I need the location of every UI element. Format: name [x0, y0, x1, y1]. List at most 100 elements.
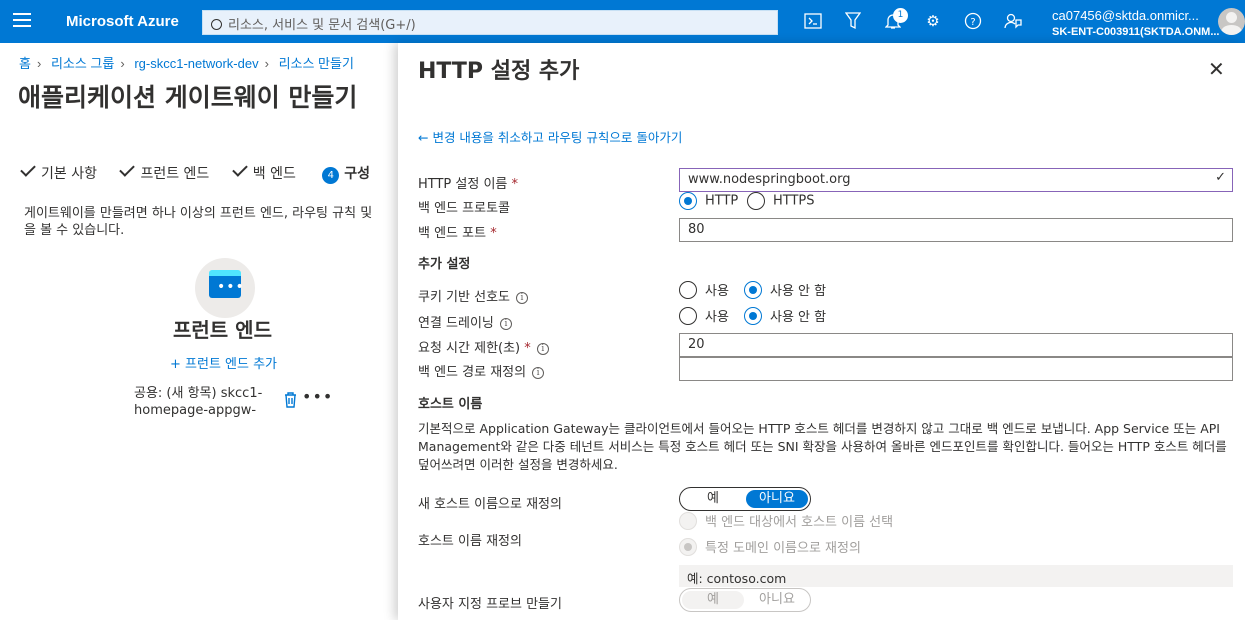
- tab-label: 백 엔드: [252, 166, 296, 182]
- toggle-no[interactable]: 아니요: [746, 591, 808, 609]
- cookie-affinity-label: 쿠키 기반 선호도 i: [418, 286, 528, 305]
- required-marker: *: [524, 341, 531, 356]
- protocol-https-radio[interactable]: HTTPS: [747, 192, 815, 210]
- pick-host-from-backend-radio[interactable]: 백 엔드 대상에서 호스트 이름 선택: [679, 511, 893, 530]
- connection-draining-label: 연결 드레이닝 i: [418, 312, 512, 331]
- search-placeholder: 리소스, 서비스 및 문서 검색(G+/): [228, 18, 416, 33]
- toggle-no[interactable]: 아니요: [746, 490, 808, 508]
- http-setting-name-label: HTTP 설정 이름 *: [418, 173, 518, 192]
- notification-badge: 1: [893, 8, 908, 23]
- input-value: 80: [688, 222, 705, 237]
- page-description: 게이트웨이를 만들려면 하나 이상의 프런트 엔드, 라우팅 규칙 및 을 볼 …: [24, 205, 404, 239]
- frontend-title: 프런트 엔드: [173, 318, 272, 342]
- tab-label: 프런트 엔드: [140, 166, 210, 182]
- step-number: 4: [322, 167, 340, 184]
- host-name-description: 기본적으로 Application Gateway는 클라이언트에서 들어오는 …: [418, 421, 1227, 472]
- host-name-input[interactable]: 예: contoso.com: [679, 565, 1233, 587]
- back-link[interactable]: ← 변경 내용을 취소하고 라우팅 규칙으로 돌아가기: [418, 127, 682, 146]
- connection-draining-disable-radio[interactable]: 사용 안 함: [744, 306, 826, 325]
- frontend-item-line: 공용: (새 항목) skcc1-: [134, 386, 263, 401]
- label-text: HTTP 설정 이름: [418, 177, 508, 192]
- protocol-http-radio[interactable]: HTTP: [679, 192, 738, 210]
- tab-label: 구성: [344, 166, 371, 182]
- radio-label: 사용 안 함: [770, 310, 827, 325]
- trash-icon[interactable]: [284, 392, 297, 408]
- radio-icon: [679, 511, 697, 530]
- radio-label: 백 엔드 대상에서 호스트 이름 선택: [705, 515, 894, 530]
- user-name: ca07456@sktda.onmicr...: [1052, 8, 1199, 23]
- radio-label: 사용: [705, 310, 729, 325]
- add-frontend-link[interactable]: + 프런트 엔드 추가: [170, 353, 277, 372]
- feedback-icon[interactable]: [1003, 11, 1023, 31]
- search-input[interactable]: 리소스, 서비스 및 문서 검색(G+/): [202, 10, 778, 35]
- label-text: 요청 시간 제한(초): [418, 341, 521, 356]
- tab-backends[interactable]: 백 엔드: [231, 161, 296, 183]
- input-value: www.nodespringboot.org: [688, 172, 851, 187]
- cloud-shell-icon[interactable]: [803, 11, 823, 31]
- backend-protocol-label: 백 엔드 프로토콜: [418, 201, 510, 216]
- toggle-yes[interactable]: 예: [682, 490, 744, 508]
- connection-draining-enable-radio[interactable]: 사용: [679, 306, 729, 325]
- override-specific-domain-radio[interactable]: 특정 도메인 이름으로 재정의: [679, 537, 861, 556]
- label-text: 연결 드레이닝: [418, 316, 494, 331]
- input-placeholder: 예: contoso.com: [687, 571, 787, 586]
- account-info[interactable]: ca07456@sktda.onmicr... SK-ENT-C003911(S…: [1052, 8, 1219, 38]
- search-icon: [211, 19, 222, 30]
- directory-filter-icon[interactable]: [843, 11, 863, 31]
- info-icon[interactable]: i: [499, 318, 512, 330]
- additional-settings-heading: 추가 설정: [418, 257, 471, 272]
- backend-port-label: 백 엔드 포트 *: [418, 222, 497, 241]
- radio-icon: [679, 306, 697, 325]
- check-icon: ✓: [1215, 170, 1226, 185]
- override-backend-path-label: 백 엔드 경로 재정의 i: [418, 361, 545, 380]
- avatar[interactable]: [1218, 8, 1245, 35]
- tab-label: 기본 사항: [41, 166, 97, 182]
- cookie-affinity-enable-radio[interactable]: 사용: [679, 280, 729, 299]
- request-timeout-input[interactable]: 20: [679, 333, 1233, 357]
- more-options-icon[interactable]: •••: [302, 389, 333, 405]
- menu-icon[interactable]: [13, 13, 31, 29]
- cookie-affinity-disable-radio[interactable]: 사용 안 함: [744, 280, 826, 299]
- backend-port-input[interactable]: 80: [679, 218, 1233, 242]
- http-settings-panel: HTTP 설정 추가 ✕ ← 변경 내용을 취소하고 라우팅 규칙으로 돌아가기…: [398, 43, 1245, 620]
- override-backend-path-input[interactable]: [679, 357, 1233, 381]
- checkmark-icon: [231, 161, 248, 177]
- tab-configuration[interactable]: 4 구성: [322, 163, 370, 184]
- override-new-host-toggle[interactable]: 예 아니요: [679, 487, 811, 511]
- tab-frontends[interactable]: 프런트 엔드: [119, 161, 210, 183]
- panel-title: HTTP 설정 추가: [418, 59, 580, 84]
- info-icon[interactable]: i: [516, 292, 528, 304]
- label-text: 백 엔드 포트: [418, 226, 487, 241]
- breadcrumb-home[interactable]: 홈: [19, 56, 31, 71]
- page-title: 애플리케이션 게이트웨이 만들기: [18, 83, 358, 112]
- help-icon[interactable]: ?: [963, 11, 983, 31]
- chevron-right-icon: ›: [36, 56, 42, 71]
- breadcrumb-resource-groups[interactable]: 리소스 그룹: [51, 56, 114, 71]
- breadcrumb: 홈 › 리소스 그룹 › rg-skcc1-network-dev › 리소스 만들기: [19, 53, 354, 72]
- toggle-yes[interactable]: 예: [682, 591, 744, 609]
- info-icon[interactable]: i: [536, 343, 549, 355]
- breadcrumb-create-resource[interactable]: 리소스 만들기: [279, 56, 354, 71]
- brand-title[interactable]: Microsoft Azure: [66, 13, 179, 30]
- radio-label: 사용: [705, 284, 729, 299]
- frontend-item-line: homepage-appgw-pip: [134, 403, 257, 418]
- tab-basics[interactable]: 기본 사항: [20, 161, 97, 183]
- http-setting-name-input[interactable]: www.nodespringboot.org ✓: [679, 168, 1233, 192]
- description-line: 을 볼 수 있습니다.: [24, 223, 125, 238]
- required-marker: *: [490, 226, 497, 241]
- radio-label: 사용 안 함: [770, 284, 827, 299]
- custom-probe-toggle[interactable]: 예 아니요: [679, 588, 811, 612]
- close-icon[interactable]: ✕: [1208, 57, 1225, 81]
- gear-icon[interactable]: ⚙: [923, 11, 943, 31]
- host-name-heading: 호스트 이름: [418, 397, 483, 412]
- breadcrumb-resource-group[interactable]: rg-skcc1-network-dev: [134, 56, 258, 71]
- info-icon[interactable]: i: [532, 367, 545, 379]
- override-new-host-label: 새 호스트 이름으로 재정의: [418, 497, 562, 512]
- radio-icon: [679, 280, 697, 299]
- checkmark-icon: [20, 161, 36, 177]
- radio-selected-icon: [744, 306, 762, 325]
- radio-label: HTTP: [705, 193, 739, 209]
- custom-probe-label: 사용자 지정 프로브 만들기: [418, 597, 562, 612]
- frontend-item[interactable]: 공용: (새 항목) skcc1- homepage-appgw-pip: [134, 385, 274, 418]
- description-line: 게이트웨이를 만들려면 하나 이상의 프런트 엔드, 라우팅 규칙 및: [24, 206, 373, 221]
